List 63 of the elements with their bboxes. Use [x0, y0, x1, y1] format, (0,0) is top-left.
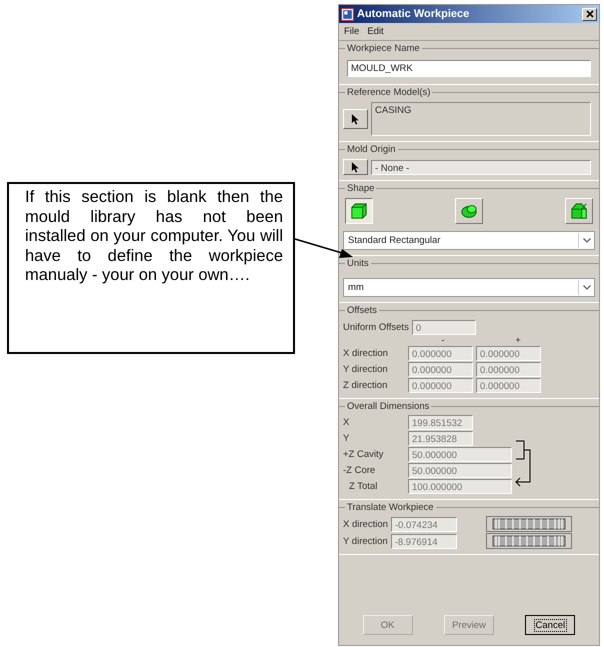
caret-icon [582, 285, 590, 290]
origin-field[interactable]: - None - [371, 160, 591, 174]
field-label: X direction [343, 348, 389, 359]
close-icon [586, 10, 594, 18]
field-label: Y direction [343, 536, 388, 546]
offset-field[interactable]: 0 [412, 320, 476, 335]
cylinder-icon [460, 202, 478, 220]
cylinder-button[interactable] [455, 198, 483, 224]
select-button[interactable] [343, 109, 368, 129]
cube-icon [350, 202, 368, 220]
dimension-field[interactable]: 199.851532 [408, 415, 473, 430]
callout-note: If this section is blank then the mould library has not been installed on your computer. You will have to define the workpiece manualy - your on your own…. [7, 182, 295, 354]
translate-field[interactable]: -8.976914 [390, 534, 457, 548]
offset-field[interactable]: 0.000000 [476, 378, 541, 393]
list-item[interactable]: CASING [375, 105, 587, 116]
field-label: Y [343, 433, 350, 444]
field-label: Y direction [343, 364, 389, 375]
field-label: +Z Cavity [343, 449, 384, 460]
dialog-button[interactable]: Cancel [525, 615, 576, 635]
dimension-field[interactable]: 50.000000 [408, 463, 512, 478]
dimension-field[interactable]: 21.953828 [408, 431, 473, 446]
close-button[interactable] [582, 8, 597, 20]
prism-button[interactable] [565, 198, 593, 224]
group-label: Mold Origin [346, 144, 397, 155]
thumbwheel[interactable] [486, 516, 572, 532]
field-label: -Z Core [343, 465, 376, 476]
field-label: Z direction [343, 380, 388, 391]
group-label: Overall Dimensions [346, 401, 430, 412]
offset-field[interactable]: 0.000000 [476, 362, 541, 377]
group-label: Reference Model(s) [346, 87, 432, 98]
select-button[interactable] [343, 159, 368, 175]
pointer-icon [351, 162, 360, 172]
offset-field[interactable]: 0.000000 [408, 346, 473, 361]
field-label: X direction [343, 518, 388, 530]
window-title: Automatic Workpiece [357, 8, 470, 20]
group-label: Translate Workpiece [346, 502, 435, 513]
shape-dropdown[interactable]: Standard Rectangular [343, 231, 595, 250]
pointer-icon [351, 114, 360, 124]
cube-button[interactable] [345, 198, 373, 224]
menu-item[interactable]: File [344, 26, 360, 37]
field-label: Uniform Offsets [343, 322, 409, 333]
app-icon [341, 8, 354, 20]
field-label: X [343, 417, 350, 428]
group-label: Shape [346, 183, 376, 194]
field-label: Z Total [348, 481, 378, 492]
offset-field[interactable]: 0.000000 [408, 362, 473, 377]
group-label: Units [346, 258, 370, 269]
translate-field[interactable]: -0.074234 [390, 516, 457, 532]
group-label: Offsets [346, 305, 378, 316]
model-list[interactable]: CASING [371, 102, 591, 136]
prism-icon [570, 202, 588, 220]
offset-field[interactable]: 0.000000 [408, 378, 473, 393]
thumbwheel[interactable] [486, 533, 572, 549]
units-dropdown[interactable]: mm [343, 278, 595, 297]
dimension-field[interactable]: 100.000000 [408, 479, 512, 494]
offset-field[interactable]: 0.000000 [476, 346, 541, 361]
column-header: - [440, 335, 446, 345]
caret-icon [582, 238, 590, 243]
column-header: + [514, 335, 522, 345]
group-label: Workpiece Name [346, 43, 421, 54]
name-field[interactable]: MOULD_WRK [347, 60, 591, 77]
menu-item[interactable]: Edit [367, 26, 384, 37]
dimension-field[interactable]: 50.000000 [408, 447, 512, 462]
